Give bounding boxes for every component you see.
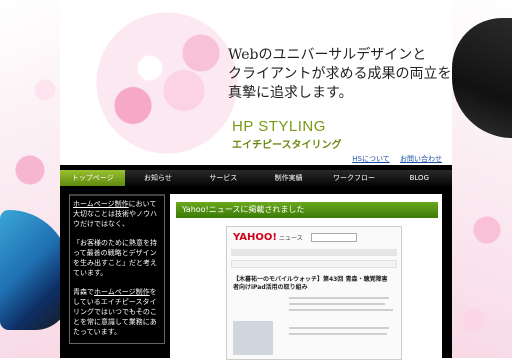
sidebar-paragraph-2: 「お客様のために熱意を持って最善の戦略とデザインを生み出すこと」だと考えています…	[73, 239, 157, 277]
sidebar-paragraph-3: 青森でホームページ制作をしているエイチピースタイリングではいつでもそのことを常に…	[73, 287, 161, 337]
nav-item-works[interactable]: 制作実績	[256, 170, 321, 186]
text-line	[289, 333, 387, 335]
tagline-line-3: 真摯に追求します。	[228, 85, 353, 101]
nav-item-blog[interactable]: BLOG	[387, 170, 452, 186]
nav-item-news[interactable]: お知らせ	[125, 170, 190, 186]
text-line	[289, 309, 393, 311]
header-links: HSについて お問い合わせ	[344, 154, 442, 164]
site-logo-sub: エイチピースタイリング	[232, 140, 342, 151]
sidebar-link-hp-1[interactable]: ホームページ制作	[73, 200, 129, 208]
contact-link[interactable]: お問い合わせ	[400, 155, 442, 163]
sidebar-intro: ホームページ制作において大切なことは技術やノウハウだけではなく、 「お客様のため…	[69, 194, 165, 344]
content-title: Yahoo!ニュースに掲載されました	[176, 202, 438, 218]
yahoo-notice-bar	[231, 260, 397, 268]
text-line	[289, 327, 389, 329]
content-panel: Yahoo!ニュースに掲載されました YAHOO! ニュース 【木暮祐一のモバイ…	[170, 194, 442, 360]
nav-item-service[interactable]: サービス	[191, 170, 256, 186]
main-column: Webのユニバーサルデザインと クライアントが求める成果の両立を 真摯に追求しま…	[60, 0, 452, 360]
sidebar-link-hp-2[interactable]: ホームページ制作	[94, 288, 150, 296]
yahoo-logo: YAHOO!	[233, 232, 277, 243]
sidebar-paragraph-1: ホームページ制作において大切なことは技術やノウハウだけではなく、	[73, 199, 161, 229]
flower-image	[82, 8, 252, 158]
yahoo-section-label: ニュース	[279, 235, 303, 242]
main-nav: トップページ お知らせ サービス 制作実績 ワークフロー BLOG	[60, 170, 452, 186]
yahoo-nav-bar	[231, 249, 397, 256]
nav-item-workflow[interactable]: ワークフロー	[321, 170, 386, 186]
about-link[interactable]: HSについて	[352, 155, 390, 163]
text-line	[289, 297, 389, 299]
tagline: Webのユニバーサルデザインと クライアントが求める成果の両立を 真摯に追求しま…	[228, 46, 453, 103]
tagline-line-1: Webのユニバーサルデザインと	[228, 47, 427, 63]
text-line	[289, 303, 385, 305]
article-headline: 【木暮祐一のモバイルウォッチ】第43回 青森・聴覚障害者向けiPad活用の取り組…	[233, 276, 388, 291]
article-photo	[233, 321, 273, 355]
nav-item-top[interactable]: トップページ	[60, 170, 126, 186]
tagline-line-2: クライアントが求める成果の両立を	[228, 66, 452, 82]
site-logo[interactable]: HP STYLING	[232, 118, 326, 135]
yahoo-news-screenshot[interactable]: YAHOO! ニュース 【木暮祐一のモバイルウォッチ】第43回 青森・聴覚障害者…	[226, 226, 402, 360]
header-banner: Webのユニバーサルデザインと クライアントが求める成果の両立を 真摯に追求しま…	[60, 0, 452, 165]
sidebar-text-3-pre: 青森で	[73, 288, 94, 296]
search-box	[311, 233, 357, 242]
